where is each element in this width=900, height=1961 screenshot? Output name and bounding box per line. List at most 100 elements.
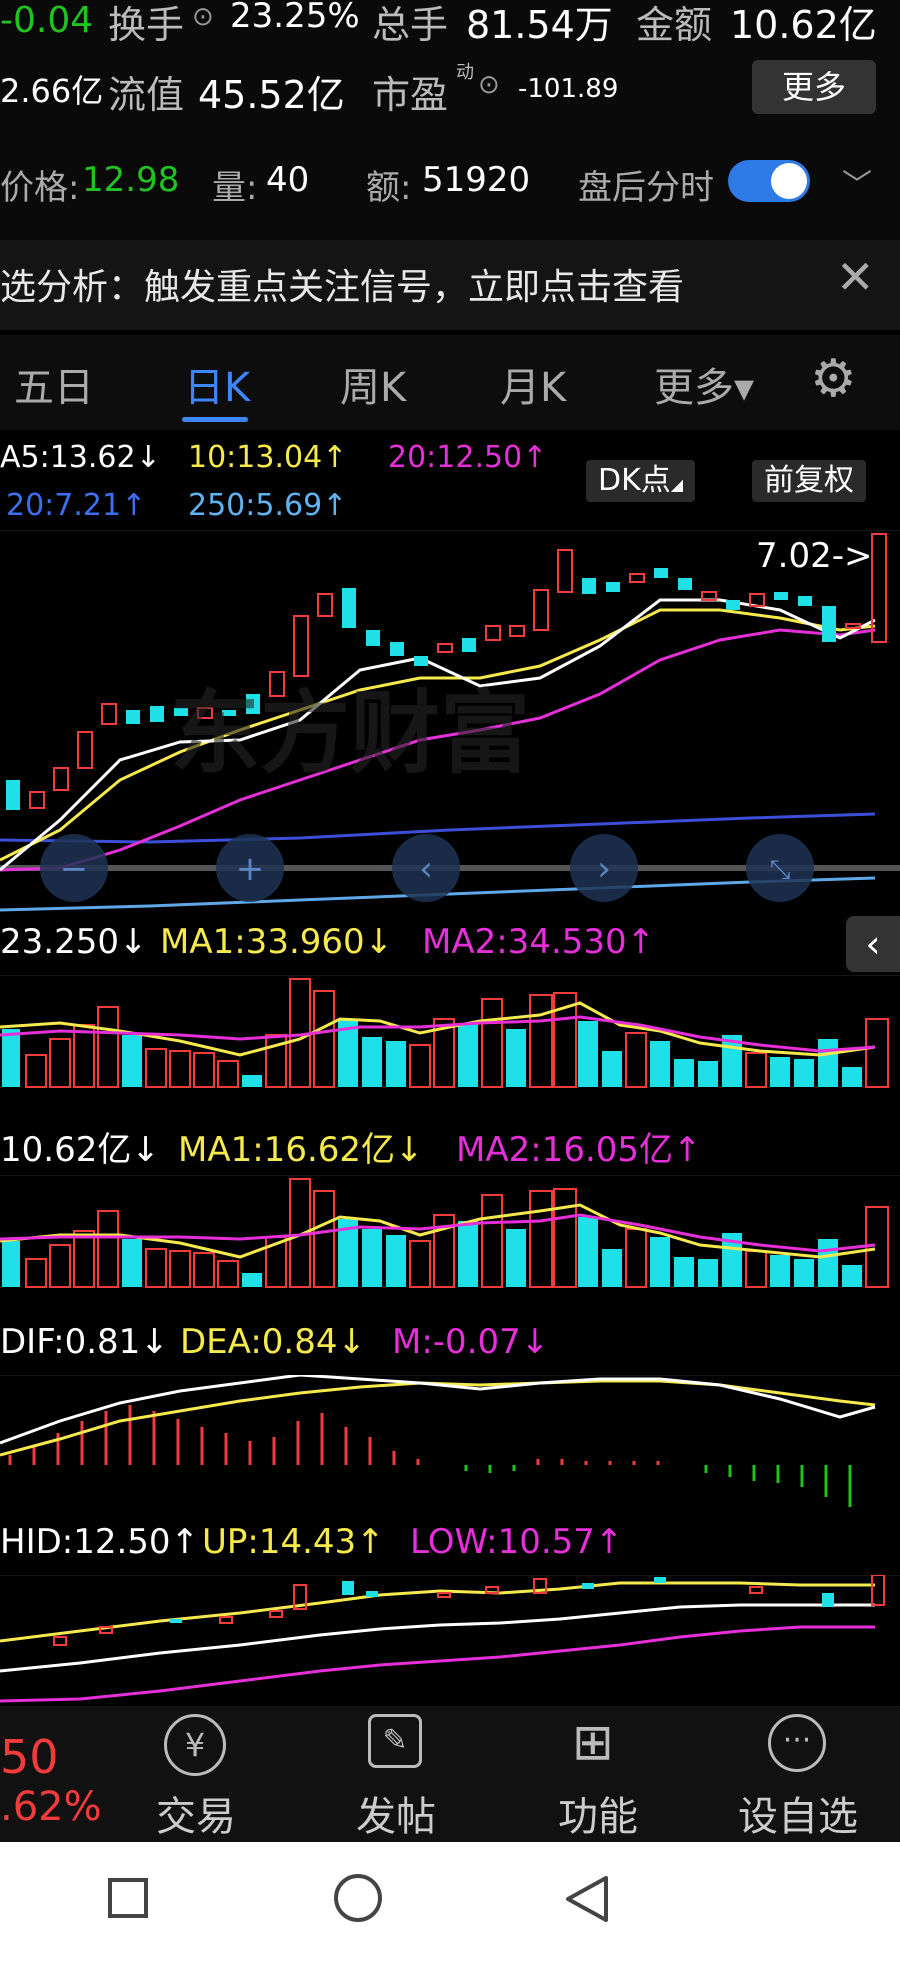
candle (342, 1581, 354, 1595)
candle (170, 1619, 182, 1623)
volume-bar (25, 1054, 47, 1088)
volume-bar (865, 1018, 889, 1088)
boll-candles (53, 1575, 885, 1646)
amount-bar (770, 1255, 790, 1287)
afterhours-toggle[interactable] (728, 160, 810, 202)
adjust-button[interactable]: 前复权 (752, 460, 866, 502)
post-label: 发帖 (356, 1794, 436, 1840)
close-icon[interactable]: ✕ (836, 250, 875, 304)
amount-bar (97, 1210, 119, 1288)
amount-bar (242, 1273, 262, 1287)
bottom-change-pct: .62% (0, 1784, 102, 1830)
trade-label: 交易 (156, 1794, 236, 1840)
side-panel-toggle[interactable]: ‹ (846, 916, 900, 972)
tab-more[interactable]: 更多▾ (654, 355, 754, 413)
function-button[interactable]: ⊞ 功能 (518, 1706, 678, 1842)
volume-bar (122, 1035, 142, 1087)
volume-bar (2, 1029, 20, 1087)
recent-apps-icon[interactable] (108, 1878, 148, 1918)
more-button[interactable]: 更多 (752, 60, 876, 114)
system-nav-bar (0, 1842, 900, 1961)
pe-dynamic-sup: 动 (456, 62, 474, 83)
home-icon[interactable] (334, 1874, 382, 1922)
volume-bar (362, 1037, 382, 1087)
macd-chart (0, 1375, 900, 1507)
afterhours-volume-label: 量: (212, 168, 258, 208)
candle (798, 596, 812, 606)
amount-bar (650, 1237, 670, 1287)
price-change: -0.04 (0, 0, 94, 41)
volume-bar (650, 1041, 670, 1087)
pe-value: -101.89 (518, 74, 619, 104)
candle (629, 573, 645, 583)
candle (53, 767, 69, 791)
amount-bar (529, 1190, 553, 1288)
tab-5day[interactable]: 五日 (14, 355, 94, 413)
chevron-down-icon[interactable]: ﹀ (842, 160, 872, 204)
boll-low-legend: LOW:10.57↑ (410, 1522, 624, 1562)
macd-dif-legend: DIF:0.81↓ (0, 1322, 169, 1362)
amount-bar (578, 1217, 598, 1287)
candle (150, 706, 164, 722)
info-icon[interactable]: ⊙ (478, 70, 500, 100)
pe-label: 市盈 (372, 73, 449, 117)
price-marker: 7.02-> (756, 536, 873, 576)
post-button[interactable]: ✎ 发帖 (316, 1706, 476, 1842)
afterhours-volume-value: 40 (266, 160, 310, 200)
amount-bar (362, 1229, 382, 1287)
info-icon[interactable]: ⊙ (192, 2, 214, 32)
ma5-legend: A5:13.62↓ (0, 440, 161, 475)
candle (366, 630, 380, 646)
candle (509, 625, 525, 637)
candle (533, 589, 549, 631)
yen-icon: ¥ (164, 1714, 226, 1776)
candle (366, 1591, 378, 1597)
macd-dea-legend: DEA:0.84↓ (180, 1322, 366, 1362)
volume-bar (842, 1067, 862, 1087)
volume-chart (0, 975, 900, 1088)
ma250-legend: 250:5.69↑ (188, 488, 348, 523)
apps-grid-icon: ⊞ (572, 1713, 614, 1771)
signal-banner[interactable]: 选分析：触发重点关注信号，立即点击查看 ✕ (0, 240, 900, 330)
volume-bar (242, 1075, 262, 1087)
boll-up-legend: UP:14.43↑ (202, 1522, 385, 1562)
macd-m-legend: M:-0.07↓ (392, 1322, 550, 1362)
candle (437, 1592, 451, 1598)
amount-chart (0, 1175, 900, 1288)
amount-bar (122, 1239, 142, 1287)
edit-icon: ✎ (368, 1714, 422, 1768)
vol-value-legend: 23.250↓ (0, 922, 148, 962)
candle (678, 578, 692, 590)
candle (437, 643, 453, 653)
amount-bar (73, 1230, 95, 1288)
period-tabs: 五日 日K 周K 月K 更多▾ ⚙ (0, 335, 900, 430)
tab-daily-k[interactable]: 日K (184, 355, 250, 413)
candle (845, 623, 861, 629)
candle (774, 592, 788, 600)
watchlist-label: 设自选 (738, 1794, 858, 1840)
candle (582, 1583, 594, 1589)
float-value: 45.52亿 (198, 73, 345, 117)
candle (822, 1593, 834, 1607)
candle (101, 703, 117, 725)
candle (462, 638, 476, 652)
amount-bar (602, 1249, 622, 1287)
gear-icon[interactable]: ⚙ (810, 349, 857, 409)
tab-monthly-k[interactable]: 月K (500, 355, 566, 413)
amount-bar (698, 1259, 718, 1287)
tab-weekly-k[interactable]: 周K (340, 355, 406, 413)
candle (53, 1636, 67, 1646)
candle (77, 731, 93, 769)
add-watchlist-button[interactable]: ··· 设自选 (718, 1706, 878, 1842)
candle (485, 1586, 499, 1594)
amount-label: 金额 (636, 3, 713, 47)
ma120-legend: 20:7.21↑ (6, 488, 147, 523)
candle (582, 578, 596, 594)
bottom-price: 50 (0, 1730, 59, 1784)
candle (317, 593, 333, 617)
volume-bar (169, 1050, 191, 1088)
dk-point-button[interactable]: DK点◢ (586, 460, 696, 502)
back-icon[interactable] (564, 1874, 610, 1924)
watermark: 东方财富 (170, 681, 530, 786)
trade-button[interactable]: ¥ 交易 (116, 1706, 276, 1842)
